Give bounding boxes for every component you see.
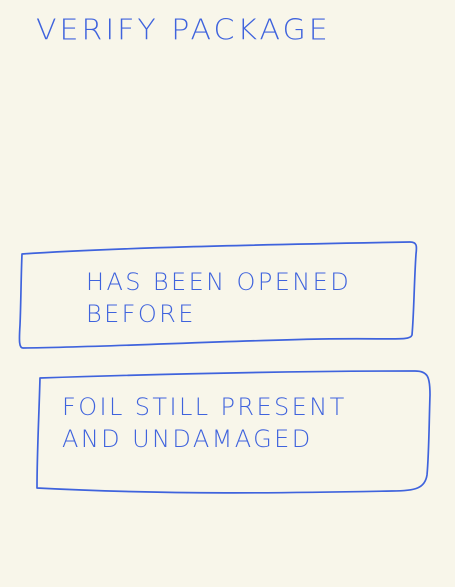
option-opened-before-button[interactable]: HAS BEEN OPENED BEFORE xyxy=(18,240,420,352)
option-foil-intact-button[interactable]: FOIL STILL PRESENT AND UNDAMAGED xyxy=(35,367,431,497)
page-title: VERIFY PACKAGE xyxy=(36,14,331,48)
option-foil-intact-label: FOIL STILL PRESENT AND UNDAMAGED xyxy=(62,393,347,453)
option-opened-before-label: HAS BEEN OPENED BEFORE xyxy=(86,268,352,328)
